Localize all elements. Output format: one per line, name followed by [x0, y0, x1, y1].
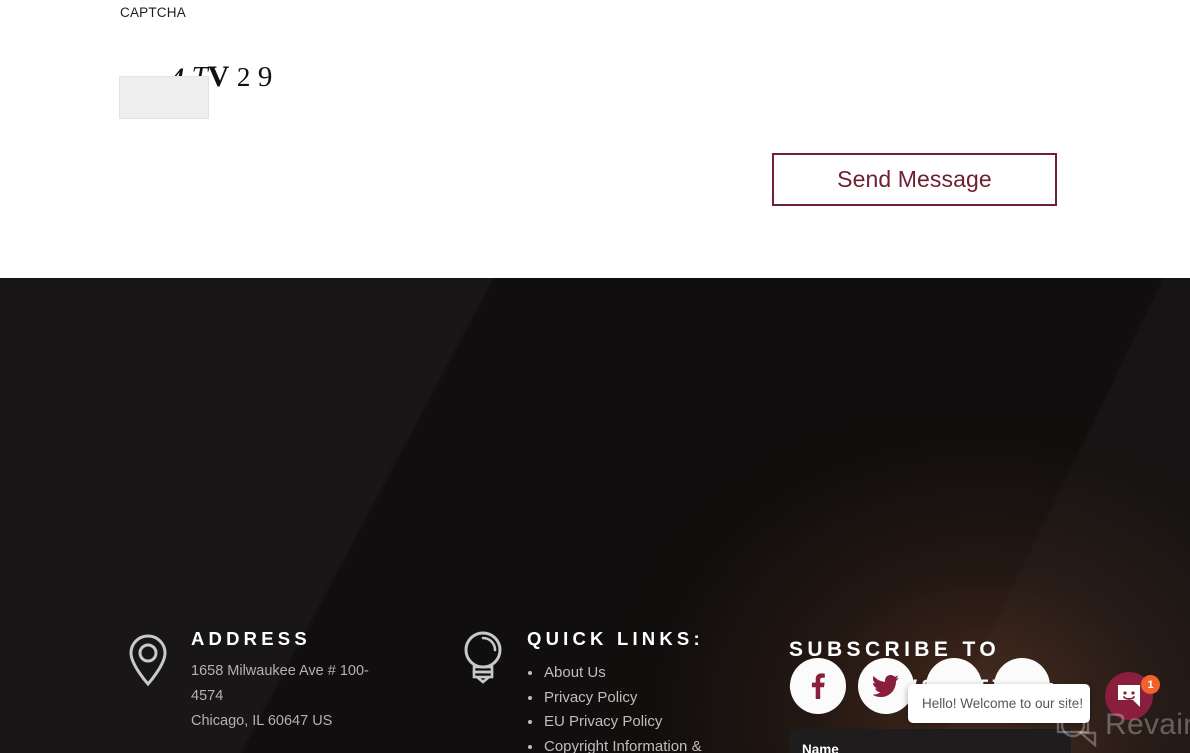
quick-link-eu-privacy-policy[interactable]: EU Privacy Policy [527, 710, 737, 735]
captcha-char-5: 9 [257, 61, 273, 93]
newsletter-name-input[interactable] [789, 729, 1071, 753]
address-heading: ADDRESS [191, 628, 311, 649]
quick-link-about-us[interactable]: About Us [527, 661, 737, 686]
lightbulb-icon [460, 628, 506, 693]
chat-tooltip: Hello! Welcome to our site! [908, 684, 1090, 723]
captcha-image: 4 TV 2 9 [126, 26, 306, 93]
quick-links-list: About Us Privacy Policy EU Privacy Polic… [527, 661, 737, 753]
social-link-facebook[interactable] [790, 658, 846, 714]
address-block: ADDRESS 1658 Milwaukee Ave # 100- 4574 C… [191, 628, 369, 734]
address-line-1: 1658 Milwaukee Ave # 100- [191, 663, 369, 679]
facebook-icon [811, 673, 825, 699]
chat-unread-badge: 1 [1141, 675, 1160, 694]
location-pin-icon [127, 633, 169, 693]
captcha-label: CAPTCHA [120, 5, 186, 20]
twitter-icon [873, 675, 899, 697]
chat-smiley-icon [1118, 685, 1140, 707]
page-root: CAPTCHA 4 TV 2 9 Send Message ADDRESS 16… [0, 0, 1190, 753]
captcha-char-4: 2 [236, 62, 251, 92]
captcha-char-3: V [207, 60, 230, 93]
social-link-twitter[interactable] [858, 658, 914, 714]
send-message-button[interactable]: Send Message [772, 153, 1057, 206]
address-line-3: Chicago, IL 60647 US [191, 713, 333, 729]
contact-form-section: CAPTCHA 4 TV 2 9 Send Message [0, 0, 1190, 278]
address-line-2: 4574 [191, 688, 224, 704]
quick-links-block: QUICK LINKS: About Us Privacy Policy EU … [527, 628, 737, 753]
quick-links-heading: QUICK LINKS: [527, 628, 704, 649]
quick-link-privacy-policy[interactable]: Privacy Policy [527, 686, 737, 711]
captcha-input[interactable] [119, 76, 209, 119]
quick-link-copyright-information[interactable]: Copyright Information & Disclaimers [527, 735, 737, 753]
